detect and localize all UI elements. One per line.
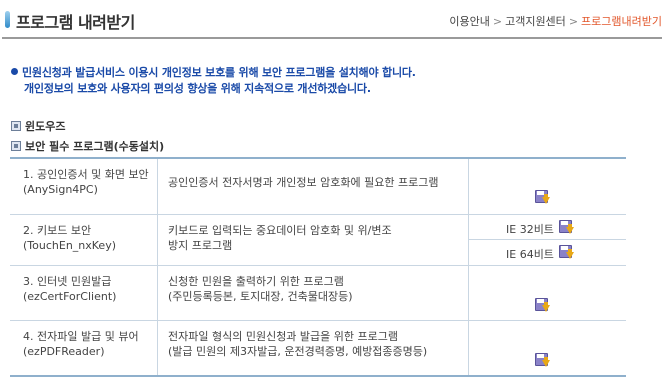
- download-icon[interactable]: [534, 297, 550, 313]
- download-icon[interactable]: [534, 189, 550, 205]
- notice-line-2: 개인정보의 보호와 사용자의 편의성 향상을 위해 지속적으로 개선하겠습니다.: [24, 82, 371, 95]
- download-icon[interactable]: [534, 352, 550, 368]
- program-name-cell: 1. 공인인증서 및 화면 보안 (AnySign4PC): [10, 159, 158, 214]
- download-icon[interactable]: [558, 244, 574, 260]
- section-square-icon: [11, 141, 21, 151]
- bullet-icon: [11, 68, 18, 75]
- download-icon[interactable]: [558, 219, 574, 235]
- page-title: 프로그램 내려받기: [16, 13, 135, 32]
- program-name-cell: 2. 키보드 보안 (TouchEn_nxKey): [10, 215, 158, 265]
- section-windows-label: 윈도우즈: [25, 120, 66, 133]
- table-row: 3. 인터넷 민원발급 (ezCertForClient) 신청한 민원을 출력하…: [10, 266, 626, 321]
- table-row: 1. 공인인증서 및 화면 보안 (AnySign4PC) 공인인증서 전자서명과…: [10, 159, 626, 215]
- title-bar-icon: [5, 11, 10, 28]
- program-table: 1. 공인인증서 및 화면 보안 (AnySign4PC) 공인인증서 전자서명과…: [10, 157, 626, 377]
- section-square-icon: [11, 121, 21, 131]
- download-cell: IE 32비트 IE 64비트: [469, 215, 626, 265]
- program-desc-cell: 공인인증서 전자서명과 개인정보 암호화에 필요한 프로그램: [158, 159, 469, 214]
- download-cell: [469, 266, 626, 320]
- notice-text: 민원신청과 발급서비스 이용시 개인정보 보호를 위해 보안 프로그램을 설치해…: [11, 65, 416, 97]
- breadcrumb-item-guide[interactable]: 이용안내: [449, 15, 489, 28]
- breadcrumb-item-current: 프로그램내려받기: [581, 15, 662, 28]
- section-required-label: 보안 필수 프로그램(수동설치): [25, 140, 165, 153]
- header-divider: [2, 37, 662, 39]
- program-desc-cell: 신청한 민원을 출력하기 위한 프로그램 (주민등록등본, 토지대장, 건축물대장…: [158, 266, 469, 320]
- breadcrumb: 이용안내 > 고객지원센터 > 프로그램내려받기: [449, 15, 662, 28]
- program-desc-cell: 키보드로 입력되는 중요데이터 암호화 및 위/변조 방지 프로그램: [158, 215, 469, 265]
- section-required: 보안 필수 프로그램(수동설치): [11, 138, 164, 154]
- download-option-32bit: IE 32비트: [469, 215, 626, 240]
- program-name-cell: 3. 인터넷 민원발급 (ezCertForClient): [10, 266, 158, 320]
- download-cell: [469, 321, 626, 375]
- table-row: 2. 키보드 보안 (TouchEn_nxKey) 키보드로 입력되는 중요데이터…: [10, 215, 626, 266]
- table-row: 4. 전자파일 발급 및 뷰어 (ezPDFReader) 전자파일 형식의 민원…: [10, 321, 626, 375]
- download-option-64bit: IE 64비트: [469, 240, 626, 264]
- section-windows: 윈도우즈: [11, 118, 65, 134]
- download-cell: [469, 159, 626, 214]
- page-header: 프로그램 내려받기 이용안내 > 고객지원센터 > 프로그램내려받기: [0, 0, 670, 38]
- program-desc-cell: 전자파일 형식의 민원신청과 발급을 위한 프로그램 (발급 민원의 제3자발급,…: [158, 321, 469, 375]
- program-name-cell: 4. 전자파일 발급 및 뷰어 (ezPDFReader): [10, 321, 158, 375]
- breadcrumb-item-support[interactable]: 고객지원센터: [505, 15, 566, 28]
- notice-line-1: 민원신청과 발급서비스 이용시 개인정보 보호를 위해 보안 프로그램을 설치해…: [22, 66, 416, 79]
